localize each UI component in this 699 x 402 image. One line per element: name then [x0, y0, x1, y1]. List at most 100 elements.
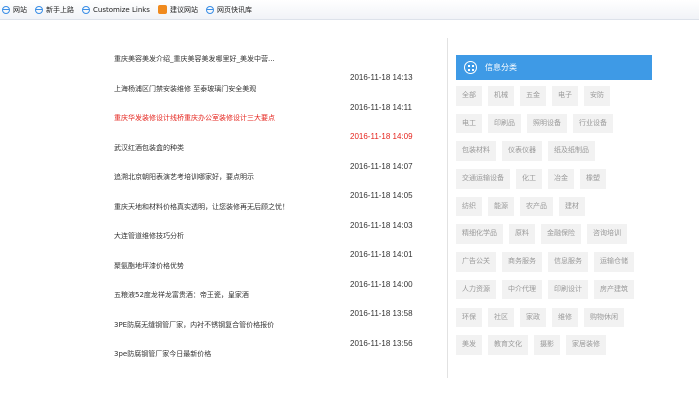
- list-item: 五粮液52度龙祥龙富贵酒：帝王瓷，皇家酒 2016-11-18 13:58: [114, 290, 434, 320]
- news-title-link[interactable]: 五粮液52度龙祥龙富贵酒：帝王瓷，皇家酒: [114, 290, 249, 300]
- news-date: 2016-11-18 13:58: [350, 309, 413, 318]
- category-tag[interactable]: 摄影: [534, 335, 560, 355]
- favorite-link-3[interactable]: 建议网站: [157, 5, 198, 15]
- news-date: 2016-11-18 14:13: [350, 73, 413, 82]
- favorite-link-1[interactable]: 新手上路: [35, 5, 74, 15]
- news-title-link[interactable]: 重庆华发装修设计线桥重庆办公室装修设计三大要点: [114, 113, 275, 123]
- ie-page-icon: [2, 5, 10, 14]
- category-tag[interactable]: 建材: [559, 196, 585, 217]
- category-tag[interactable]: 咨询培训: [587, 224, 627, 244]
- news-date: 2016-11-18 14:09: [350, 132, 413, 141]
- list-item: 3pe防腐钢管厂家今日最新价格: [114, 349, 434, 379]
- favorite-link-4[interactable]: 网页快讯库: [205, 5, 252, 15]
- category-tag[interactable]: 纸及纸制品: [548, 141, 595, 161]
- category-tag[interactable]: 商务服务: [502, 252, 542, 272]
- news-date: 2016-11-18 14:11: [350, 102, 412, 112]
- category-tag[interactable]: 印刷品: [488, 113, 521, 134]
- favorite-link-2[interactable]: Customize Links: [82, 5, 150, 14]
- category-tag[interactable]: 维修: [552, 307, 578, 327]
- category-tag[interactable]: 全部: [456, 86, 482, 106]
- category-tag[interactable]: 广告公关: [456, 252, 496, 272]
- category-tag[interactable]: 购物休闲: [584, 307, 624, 327]
- category-tag[interactable]: 照明设备: [527, 113, 567, 134]
- grid-icon: [464, 61, 477, 74]
- news-date: 2016-11-18 14:05: [350, 191, 413, 200]
- news-title-link[interactable]: 聚氨酯地坪漆价格优势: [114, 261, 184, 271]
- category-tag[interactable]: 电工: [456, 113, 482, 134]
- category-tag[interactable]: 能源: [488, 196, 514, 217]
- category-tag[interactable]: 教育文化: [488, 335, 528, 355]
- category-row: 交通运输设备 化工 冶金 橡塑: [456, 169, 652, 189]
- news-title-link[interactable]: 上海杨浦区门禁安装维修 至泰玻璃门安全美观: [114, 84, 256, 94]
- category-tag[interactable]: 包装材料: [456, 141, 496, 161]
- news-date: 2016-11-18 14:03: [350, 220, 413, 230]
- category-tag[interactable]: 美发: [456, 335, 482, 355]
- list-item: 重庆天地和材料价格真实透明，让您装修再无后顾之忧！ 2016-11-18 14:…: [114, 202, 434, 232]
- category-row: 纺织 能源 农产品 建材: [456, 196, 652, 217]
- category-tag[interactable]: 行业设备: [573, 113, 613, 134]
- category-tag[interactable]: 信息服务: [548, 252, 588, 272]
- favorite-label: 建议网站: [169, 5, 198, 14]
- favorites-bar: 网站 新手上路 Customize Links 建议网站 网页快讯库: [0, 0, 699, 20]
- favorite-label: 新手上路: [46, 5, 74, 14]
- category-tag[interactable]: 安防: [584, 86, 610, 106]
- ie-page-icon: [205, 5, 214, 14]
- category-tag[interactable]: 原料: [509, 224, 535, 244]
- category-row: 电工 印刷品 照明设备 行业设备: [456, 113, 652, 134]
- news-list: 重庆美容美发介绍_重庆美容美发哪里好_美发中营... 2016-11-18 14…: [114, 54, 434, 379]
- favorite-label: Customize Links: [93, 5, 150, 14]
- news-date: 2016-11-18 14:07: [350, 161, 413, 171]
- category-tag[interactable]: 家居装修: [566, 335, 606, 355]
- category-tag[interactable]: 五金: [520, 86, 546, 106]
- news-title-link[interactable]: 3PE防腐无缝钢管厂家，内衬不锈钢复合管价格报价: [114, 320, 274, 330]
- column-divider: [447, 38, 448, 378]
- category-tag[interactable]: 社区: [488, 307, 514, 327]
- category-row: 精细化学品 原料 金融保险 咨询培训: [456, 224, 652, 244]
- category-tag[interactable]: 冶金: [548, 169, 574, 189]
- news-title-link[interactable]: 3pe防腐钢管厂家今日最新价格: [114, 349, 211, 359]
- category-title: 信息分类: [485, 63, 517, 72]
- category-tag[interactable]: 房产建筑: [594, 279, 634, 300]
- category-tag[interactable]: 化工: [516, 169, 542, 189]
- category-tag[interactable]: 金融保险: [541, 224, 581, 244]
- list-item: 追溯北京朝阳表演艺考培训哪家好，要点明示 2016-11-18 14:05: [114, 172, 434, 202]
- ie-page-icon: [82, 5, 90, 14]
- news-date: 2016-11-18 14:01: [350, 250, 413, 259]
- list-item: 3PE防腐无缝钢管厂家，内衬不锈钢复合管价格报价 2016-11-18 13:5…: [114, 320, 434, 350]
- category-tag[interactable]: 家政: [520, 307, 546, 327]
- news-title-link[interactable]: 重庆美容美发介绍_重庆美容美发哪里好_美发中营...: [114, 54, 275, 64]
- list-item: 上海杨浦区门禁安装维修 至泰玻璃门安全美观 2016-11-18 14:11: [114, 84, 434, 114]
- category-tag[interactable]: 运输仓储: [594, 252, 634, 272]
- category-tag[interactable]: 环保: [456, 307, 482, 327]
- category-tag[interactable]: 印刷设计: [548, 279, 588, 300]
- news-title-link[interactable]: 追溯北京朝阳表演艺考培训哪家好，要点明示: [114, 172, 254, 182]
- category-row: 美发 教育文化 摄影 家居装修: [456, 335, 652, 355]
- category-row: 人力资源 中介代理 印刷设计 房产建筑: [456, 279, 652, 300]
- list-item: 重庆美容美发介绍_重庆美容美发哪里好_美发中营... 2016-11-18 14…: [114, 54, 434, 84]
- category-row: 广告公关 商务服务 信息服务 运输仓储: [456, 252, 652, 272]
- category-tag[interactable]: 农产品: [520, 196, 553, 217]
- category-tag[interactable]: 中介代理: [502, 279, 542, 300]
- news-date: 2016-11-18 13:56: [350, 338, 413, 348]
- category-tag[interactable]: 机械: [488, 86, 514, 106]
- category-tag[interactable]: 纺织: [456, 196, 482, 217]
- category-tag[interactable]: 电子: [552, 86, 578, 106]
- favorite-link-0[interactable]: 网站: [2, 5, 27, 15]
- suggested-sites-icon: [157, 5, 167, 14]
- category-tag[interactable]: 精细化学品: [456, 224, 503, 244]
- list-item: 重庆华发装修设计线桥重庆办公室装修设计三大要点 2016-11-18 14:09: [114, 113, 434, 143]
- favorite-label: 网页快讯库: [216, 5, 252, 14]
- category-tag-grid: 全部 机械 五金 电子 安防 电工 印刷品 照明设备 行业设备 包装材料 仪表仪器 纸及纸制品 交通运输…: [456, 86, 652, 355]
- category-tag[interactable]: 交通运输设备: [456, 169, 510, 189]
- news-title-link[interactable]: 大连管道维修技巧分析: [114, 231, 184, 241]
- list-item: 武汉红酒包装盒的种类 2016-11-18 14:07: [114, 143, 434, 173]
- favorite-label: 网站: [13, 5, 27, 14]
- list-item: 大连管道维修技巧分析 2016-11-18 14:01: [114, 231, 434, 261]
- news-title-link[interactable]: 武汉红酒包装盒的种类: [114, 143, 184, 153]
- category-tag[interactable]: 仪表仪器: [502, 141, 542, 161]
- news-title-link[interactable]: 重庆天地和材料价格真实透明，让您装修再无后顾之忧！: [114, 202, 289, 212]
- ie-page-icon: [35, 5, 43, 14]
- category-row: 包装材料 仪表仪器 纸及纸制品: [456, 141, 652, 161]
- category-tag[interactable]: 橡塑: [580, 169, 606, 189]
- category-tag[interactable]: 人力资源: [456, 279, 496, 300]
